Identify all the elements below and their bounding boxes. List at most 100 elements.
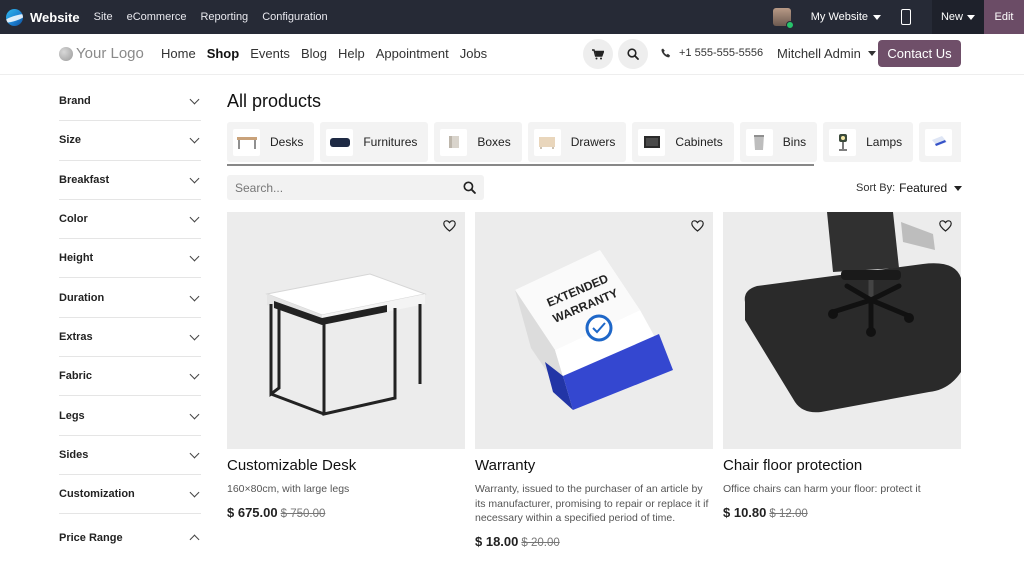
category-label: Lamps <box>866 135 903 149</box>
website-app-icon[interactable] <box>6 8 23 26</box>
category-boxes[interactable]: Boxes <box>434 122 522 162</box>
product-name[interactable]: Warranty <box>475 457 713 474</box>
facet-color[interactable]: Color <box>59 200 201 240</box>
product-image-chair-mat[interactable] <box>723 212 961 449</box>
category-lamps[interactable]: Lamps <box>823 122 914 162</box>
cart-button[interactable] <box>583 39 613 69</box>
facet-size[interactable]: Size <box>59 121 201 161</box>
website-header: Your Logo Home Shop Events Blog Help App… <box>0 34 1024 75</box>
product-price: $ 18.00 $ 20.00 <box>475 534 713 549</box>
search-icon[interactable] <box>463 181 476 194</box>
product-thumbnail <box>925 128 953 156</box>
menu-reporting[interactable]: Reporting <box>200 11 248 23</box>
menu-site[interactable]: Site <box>94 11 113 23</box>
menu-configuration[interactable]: Configuration <box>262 11 327 23</box>
facet-brand[interactable]: Brand <box>59 82 201 122</box>
sort-dropdown[interactable]: Sort By: Featured <box>856 181 963 195</box>
logo-text: Your Logo <box>76 45 144 62</box>
facet-fabric[interactable]: Fabric <box>59 357 201 397</box>
caret-down-icon <box>954 185 963 191</box>
chevron-down-icon <box>189 94 200 105</box>
caret-down-icon <box>873 14 881 20</box>
facet-label: Duration <box>59 291 105 304</box>
app-name[interactable]: Website <box>30 10 80 25</box>
category-label: Cabinets <box>675 135 723 149</box>
nav-home[interactable]: Home <box>161 46 196 61</box>
category-label: Desks <box>270 135 304 149</box>
user-avatar[interactable] <box>772 8 794 29</box>
product-name[interactable]: Chair floor protection <box>723 457 961 474</box>
category-furnitures[interactable]: Furnitures <box>320 122 429 162</box>
category-cabinets[interactable]: Cabinets <box>632 122 734 162</box>
facet-legs[interactable]: Legs <box>59 396 201 436</box>
desk-illustration <box>227 212 465 449</box>
user-menu[interactable]: Mitchell Admin <box>777 46 876 61</box>
website-selector[interactable]: My Website <box>811 11 881 23</box>
logo-icon <box>59 46 73 61</box>
category-drawers[interactable]: Drawers <box>527 122 627 162</box>
product-image-desk[interactable] <box>227 212 465 449</box>
search-button[interactable] <box>618 39 648 69</box>
product-name[interactable]: Customizable Desk <box>227 457 465 474</box>
facet-label: Color <box>59 213 88 226</box>
menu-ecommerce[interactable]: eCommerce <box>127 11 187 23</box>
carousel-scroll-indicator[interactable] <box>227 164 814 166</box>
facet-customization[interactable]: Customization <box>59 475 201 515</box>
facet-label: Price Range <box>59 532 123 545</box>
chevron-down-icon <box>189 251 200 262</box>
facet-label: Customization <box>59 488 135 501</box>
wishlist-heart-icon[interactable] <box>443 220 456 232</box>
facet-price-range[interactable]: Price Range <box>59 517 201 559</box>
brand-logo[interactable]: Your Logo <box>59 45 144 62</box>
online-status-icon <box>785 21 794 29</box>
category-desks[interactable]: Desks <box>227 122 315 162</box>
old-price: $ 20.00 <box>521 536 560 549</box>
product-card[interactable]: Customizable Desk 160×80cm, with large l… <box>227 212 465 520</box>
mobile-preview-icon[interactable] <box>901 9 911 25</box>
phone-contact[interactable]: +1 555-555-5556 <box>661 47 763 59</box>
nav-jobs[interactable]: Jobs <box>460 46 487 61</box>
category-label: Drawers <box>570 135 616 149</box>
facet-sides[interactable]: Sides <box>59 436 201 475</box>
facet-breakfast[interactable]: Breakfast <box>59 161 201 200</box>
caret-down-icon <box>967 14 975 20</box>
nav-events[interactable]: Events <box>250 46 290 61</box>
chevron-down-icon <box>189 409 200 419</box>
edit-button[interactable]: Edit <box>984 0 1024 34</box>
product-price: $ 10.80 $ 12.00 <box>723 505 961 520</box>
nav-appointment[interactable]: Appointment <box>376 46 449 61</box>
current-price: $ 675.00 <box>227 504 278 520</box>
wishlist-heart-icon[interactable] <box>691 220 704 232</box>
search-icon <box>627 48 639 60</box>
product-image-warranty[interactable]: EXTENDED WARRANTY <box>475 212 713 449</box>
product-search <box>227 175 484 200</box>
new-button-label: New <box>940 11 963 23</box>
nav-help[interactable]: Help <box>338 46 365 61</box>
contact-us-button[interactable]: Contact Us <box>878 40 961 67</box>
new-button[interactable]: New <box>932 0 984 34</box>
facet-height[interactable]: Height <box>59 239 201 279</box>
product-card[interactable]: Chair floor protection Office chairs can… <box>723 212 961 520</box>
chevron-down-icon <box>189 330 200 341</box>
category-label: Boxes <box>477 135 511 149</box>
box-thumbnail <box>440 128 468 156</box>
nav-shop[interactable]: Shop <box>207 46 240 61</box>
search-input[interactable] <box>227 175 484 200</box>
facet-label: Height <box>59 252 94 265</box>
category-carousel: Desks Furnitures Boxes Drawers Cabinets … <box>227 122 961 166</box>
facet-duration[interactable]: Duration <box>59 278 201 318</box>
nav-blog[interactable]: Blog <box>301 46 327 61</box>
caret-down-icon <box>867 51 876 56</box>
category-bins[interactable]: Bins <box>739 122 818 162</box>
facet-extras[interactable]: Extras <box>59 318 201 358</box>
chevron-down-icon <box>189 212 200 223</box>
facet-label: Brand <box>59 95 91 108</box>
wishlist-heart-icon[interactable] <box>939 220 952 232</box>
product-price: $ 675.00 $ 750.00 <box>227 505 465 520</box>
category-label: Bins <box>782 135 807 149</box>
lamp-thumbnail <box>829 128 857 156</box>
category-more[interactable] <box>919 122 961 162</box>
product-card[interactable]: EXTENDED WARRANTY Warranty Warranty, iss… <box>475 212 713 549</box>
category-label: Furnitures <box>363 135 418 149</box>
drawer-thumbnail <box>533 128 561 156</box>
